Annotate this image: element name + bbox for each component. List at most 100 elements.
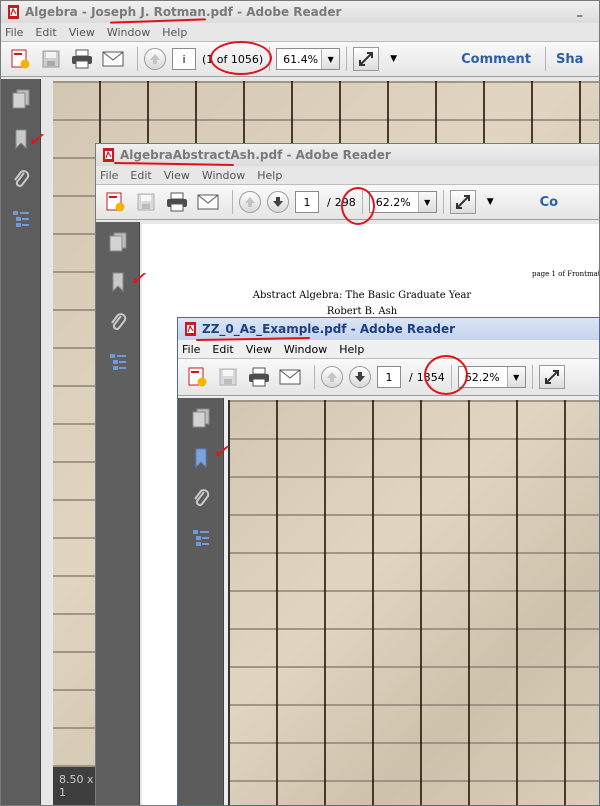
create-pdf-icon bbox=[11, 49, 30, 69]
page-thumbnails-button[interactable] bbox=[1, 79, 41, 119]
previous-page-button[interactable] bbox=[321, 366, 343, 388]
fit-window-icon bbox=[544, 370, 559, 384]
menu-file[interactable]: File bbox=[5, 26, 23, 39]
toolbar-options-icon[interactable]: ▼ bbox=[390, 54, 397, 64]
zoom-select[interactable]: 62.2% ▼ bbox=[457, 366, 526, 388]
menu-bar: File Edit View Window Help bbox=[1, 23, 599, 41]
comment-button[interactable]: Comment bbox=[461, 52, 531, 67]
menu-view[interactable]: View bbox=[164, 169, 190, 182]
paperclip-icon bbox=[14, 170, 30, 187]
menu-help[interactable]: Help bbox=[257, 169, 282, 182]
print-button[interactable] bbox=[164, 190, 190, 214]
page-thumbnails-button[interactable] bbox=[178, 398, 224, 438]
share-button[interactable]: Sha bbox=[556, 52, 583, 67]
attachments-button[interactable] bbox=[96, 302, 140, 342]
page-header: page 1 of Frontmatte bbox=[532, 270, 600, 278]
page-separator: / bbox=[409, 370, 413, 384]
menu-window[interactable]: Window bbox=[202, 169, 245, 182]
toolbar: 1 / 1354 62.2% ▼ bbox=[178, 358, 599, 396]
fit-window-button[interactable] bbox=[353, 47, 380, 71]
page-number-input[interactable]: 1 bbox=[377, 366, 401, 388]
title-bar[interactable]: Algebra - Joseph J. Rotman.pdf - Adobe R… bbox=[1, 1, 599, 23]
minimize-button[interactable]: _ bbox=[577, 4, 583, 17]
toolbar-options-icon[interactable]: ▼ bbox=[487, 197, 494, 207]
toolbar: 1 / 298 62.2% ▼ ▼ Co bbox=[96, 184, 599, 220]
fit-window-button[interactable] bbox=[449, 190, 476, 214]
save-icon bbox=[42, 50, 60, 68]
attachments-button[interactable] bbox=[178, 478, 224, 518]
save-button[interactable] bbox=[215, 365, 241, 389]
page-count: 298 bbox=[334, 195, 356, 209]
pdf-doc-icon bbox=[184, 322, 198, 336]
toolbar: i (1 of 1056) 61.4% ▼ ▼ Comment Sha bbox=[1, 41, 599, 77]
page-size-readout: 8.50 x 1 bbox=[59, 773, 94, 799]
email-button[interactable] bbox=[277, 365, 303, 389]
email-button[interactable] bbox=[100, 47, 126, 71]
page-thumbnails-button[interactable] bbox=[96, 222, 140, 262]
pdf-doc-icon bbox=[7, 5, 21, 19]
menu-window[interactable]: Window bbox=[284, 343, 327, 356]
print-icon bbox=[72, 49, 92, 69]
title-bar[interactable]: ZZ_0_As_Example.pdf - Adobe Reader bbox=[178, 318, 599, 340]
menu-view[interactable]: View bbox=[69, 26, 95, 39]
layers-icon bbox=[110, 354, 126, 370]
chevron-down-icon[interactable]: ▼ bbox=[417, 192, 436, 212]
document-page bbox=[228, 400, 599, 805]
layers-button[interactable] bbox=[96, 342, 140, 382]
zoom-select[interactable]: 62.2% ▼ bbox=[368, 191, 437, 213]
previous-page-button[interactable] bbox=[239, 191, 261, 213]
zoom-value: 62.2% bbox=[375, 195, 411, 209]
create-pdf-button[interactable] bbox=[184, 365, 210, 389]
email-button[interactable] bbox=[195, 190, 221, 214]
attachments-button[interactable] bbox=[1, 159, 41, 199]
page-number-input[interactable]: 1 bbox=[295, 191, 319, 213]
save-button[interactable] bbox=[38, 47, 64, 71]
zoom-select[interactable]: 61.4% ▼ bbox=[276, 48, 341, 70]
arrow-down-icon bbox=[273, 197, 283, 207]
window-title: AlgebraAbstractAsh.pdf - Adobe Reader bbox=[120, 148, 391, 162]
title-bar[interactable]: AlgebraAbstractAsh.pdf - Adobe Reader bbox=[96, 144, 599, 166]
page-count: (1 of 1056) bbox=[202, 52, 264, 66]
menu-help[interactable]: Help bbox=[339, 343, 364, 356]
menu-bar: File Edit View Window Help bbox=[96, 166, 599, 184]
arrow-up-icon bbox=[150, 54, 160, 64]
menu-help[interactable]: Help bbox=[162, 26, 187, 39]
separator bbox=[314, 365, 315, 389]
separator bbox=[450, 365, 452, 389]
navigation-pane bbox=[96, 222, 140, 805]
next-page-button[interactable] bbox=[349, 366, 371, 388]
fit-window-button[interactable] bbox=[538, 365, 565, 389]
window-title: Algebra - Joseph J. Rotman.pdf - Adobe R… bbox=[25, 5, 342, 19]
create-pdf-button[interactable] bbox=[102, 190, 128, 214]
chevron-down-icon[interactable]: ▼ bbox=[506, 367, 525, 387]
layers-button[interactable] bbox=[178, 518, 224, 558]
arrow-down-icon bbox=[355, 372, 365, 382]
separator bbox=[531, 365, 533, 389]
create-pdf-button[interactable] bbox=[7, 47, 33, 71]
status-bar: 8.50 x 1 bbox=[53, 767, 99, 805]
next-page-button[interactable] bbox=[267, 191, 289, 213]
menu-file[interactable]: File bbox=[182, 343, 200, 356]
separator bbox=[137, 47, 138, 71]
separator bbox=[232, 190, 233, 214]
print-button[interactable] bbox=[246, 365, 272, 389]
menu-edit[interactable]: Edit bbox=[130, 169, 151, 182]
layers-button[interactable] bbox=[1, 199, 41, 239]
chevron-down-icon[interactable]: ▼ bbox=[321, 49, 340, 69]
comment-button[interactable]: Co bbox=[540, 195, 558, 210]
menu-window[interactable]: Window bbox=[107, 26, 150, 39]
arrow-up-icon bbox=[327, 372, 337, 382]
menu-view[interactable]: View bbox=[246, 343, 272, 356]
save-button[interactable] bbox=[133, 190, 159, 214]
separator bbox=[269, 47, 271, 71]
menu-edit[interactable]: Edit bbox=[35, 26, 56, 39]
menu-bar: File Edit View Window Help bbox=[178, 340, 599, 358]
previous-page-button[interactable] bbox=[144, 48, 166, 70]
print-button[interactable] bbox=[69, 47, 95, 71]
separator bbox=[361, 190, 363, 214]
save-icon bbox=[219, 368, 237, 386]
page-number-input[interactable]: i bbox=[172, 48, 196, 70]
menu-file[interactable]: File bbox=[100, 169, 118, 182]
menu-edit[interactable]: Edit bbox=[212, 343, 233, 356]
document-title: Abstract Algebra: The Basic Graduate Yea… bbox=[252, 290, 472, 301]
